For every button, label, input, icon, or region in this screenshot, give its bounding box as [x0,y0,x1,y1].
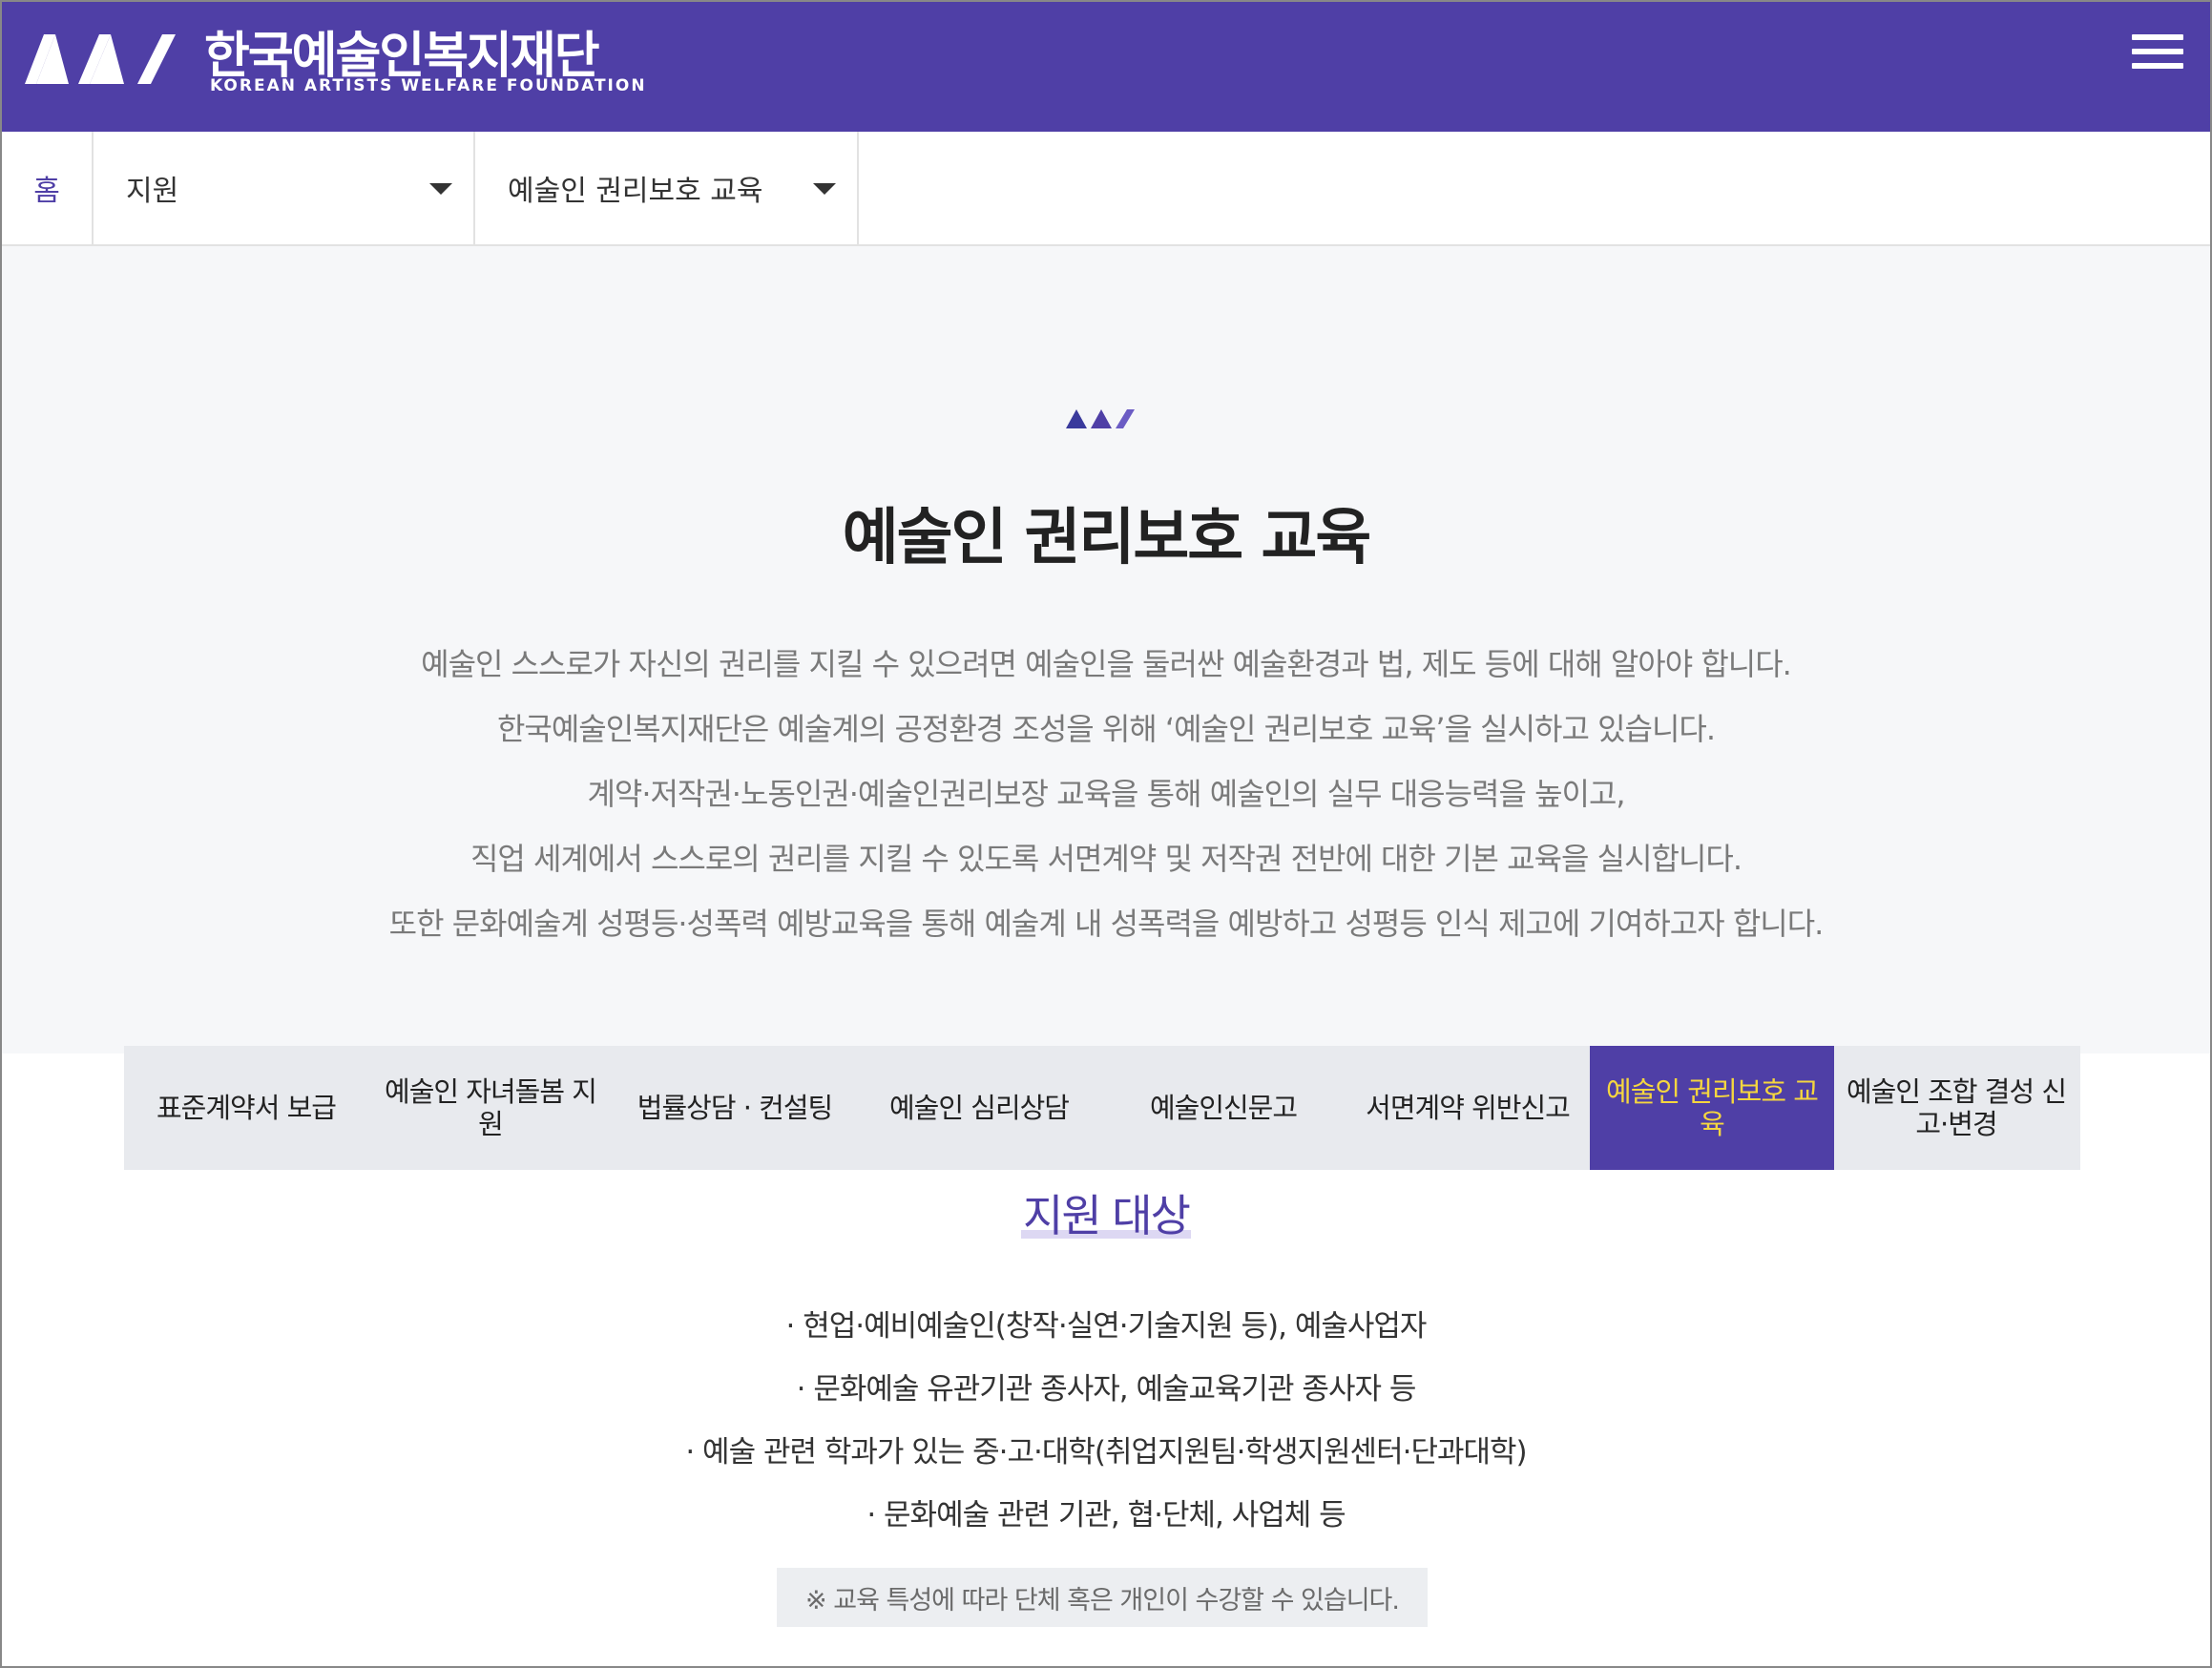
tab-artist-report[interactable]: 예술인신문고 [1101,1046,1346,1170]
list-item: · 문화예술 유관기관 종사자, 예술교육기관 종사자 등 [796,1372,1417,1407]
foundation-logo[interactable]: 한국예술인복지재단 KOREAN ARTISTS WELFARE FOUNDAT… [23,15,645,120]
breadcrumb-dropdown-level1[interactable]: 지원 [94,132,475,244]
caret-down-icon [813,183,836,195]
intro-paragraph: 계약·저작권·노동인권·예술인권리보장 교육을 통해 예술인의 실무 대응능력을… [587,776,1625,812]
breadcrumb-level1-label: 지원 [126,175,179,208]
list-item: · 현업·예비예술인(창작·실연·기술지원 등), 예술사업자 [785,1309,1428,1344]
tab-standard-contract[interactable]: 표준계약서 보급 [124,1046,368,1170]
caret-down-icon [429,183,452,195]
tab-contract-violation-report[interactable]: 서면계약 위반신고 [1346,1046,1590,1170]
support-title: 지원 대상 [1021,1190,1191,1241]
intro-paragraph: 한국예술인복지재단은 예술계의 공정환경 조성을 위해 ‘예술인 권리보호 교육… [496,711,1716,747]
info-note: ※ 교육 특성에 따라 단체 혹은 개인이 수강할 수 있습니다. [777,1568,1428,1627]
support-target-list: · 현업·예비예술인(창작·실연·기술지원 등), 예술사업자 · 문화예술 유… [2,1295,2210,1547]
intro-paragraph: 또한 문화예술계 성평등·성폭력 예방교육을 통해 예술계 내 성폭력을 예방하… [388,906,1825,942]
tab-rights-education[interactable]: 예술인 권리보호 교육 [1590,1046,1834,1170]
tab-legal-consulting[interactable]: 법률상담 · 컨설팅 [613,1046,857,1170]
breadcrumb-level2-label: 예술인 권리보호 교육 [508,175,763,208]
intro-paragraph: 예술인 스스로가 자신의 권리를 지킬 수 있으려면 예술인을 둘러싼 예술환경… [421,646,1792,682]
section-title: 지원 대상 [2,1181,2210,1244]
hamburger-menu-icon[interactable] [2132,34,2183,73]
list-item: · 예술 관련 학과가 있는 중·고·대학(취업지원팀·학생지원센터·단과대학) [685,1435,1527,1470]
sub-nav-tabs: 표준계약서 보급 예술인 자녀돌봄 지원 법률상담 · 컨설팅 예술인 심리상담… [124,1046,2080,1170]
tab-union-registration[interactable]: 예술인 조합 결성 신고·변경 [1834,1046,2078,1170]
intro-paragraph: 직업 세계에서 스스로의 권리를 지킬 수 있도록 서면계약 및 저작권 전반에… [470,841,1742,877]
intro-description: 예술인 스스로가 자신의 권리를 지킬 수 있으려면 예술인을 둘러싼 예술환경… [2,632,2210,956]
breadcrumb-dropdown-level2[interactable]: 예술인 권리보호 교육 [475,132,859,244]
intro-section: 예술인 권리보호 교육 예술인 스스로가 자신의 권리를 지킬 수 있으려면 예… [2,246,2210,1053]
logo-subtitle: KOREAN ARTISTS WELFARE FOUNDATION [210,76,647,95]
list-item: · 문화예술 관련 기관, 협·단체, 사업체 등 [866,1498,1346,1532]
breadcrumb-home[interactable]: 홈 [2,132,94,244]
tab-psych-counseling[interactable]: 예술인 심리상담 [857,1046,1101,1170]
breadcrumb: 홈 지원 예술인 권리보호 교육 [2,132,2210,246]
site-header: 한국예술인복지재단 KOREAN ARTISTS WELFARE FOUNDAT… [2,2,2210,132]
tab-childcare-support[interactable]: 예술인 자녀돌봄 지원 [368,1046,613,1170]
page-title: 예술인 권리보호 교육 [842,503,1371,573]
logo-mark-icon [25,34,176,84]
mini-logo-icon [1066,409,1135,428]
